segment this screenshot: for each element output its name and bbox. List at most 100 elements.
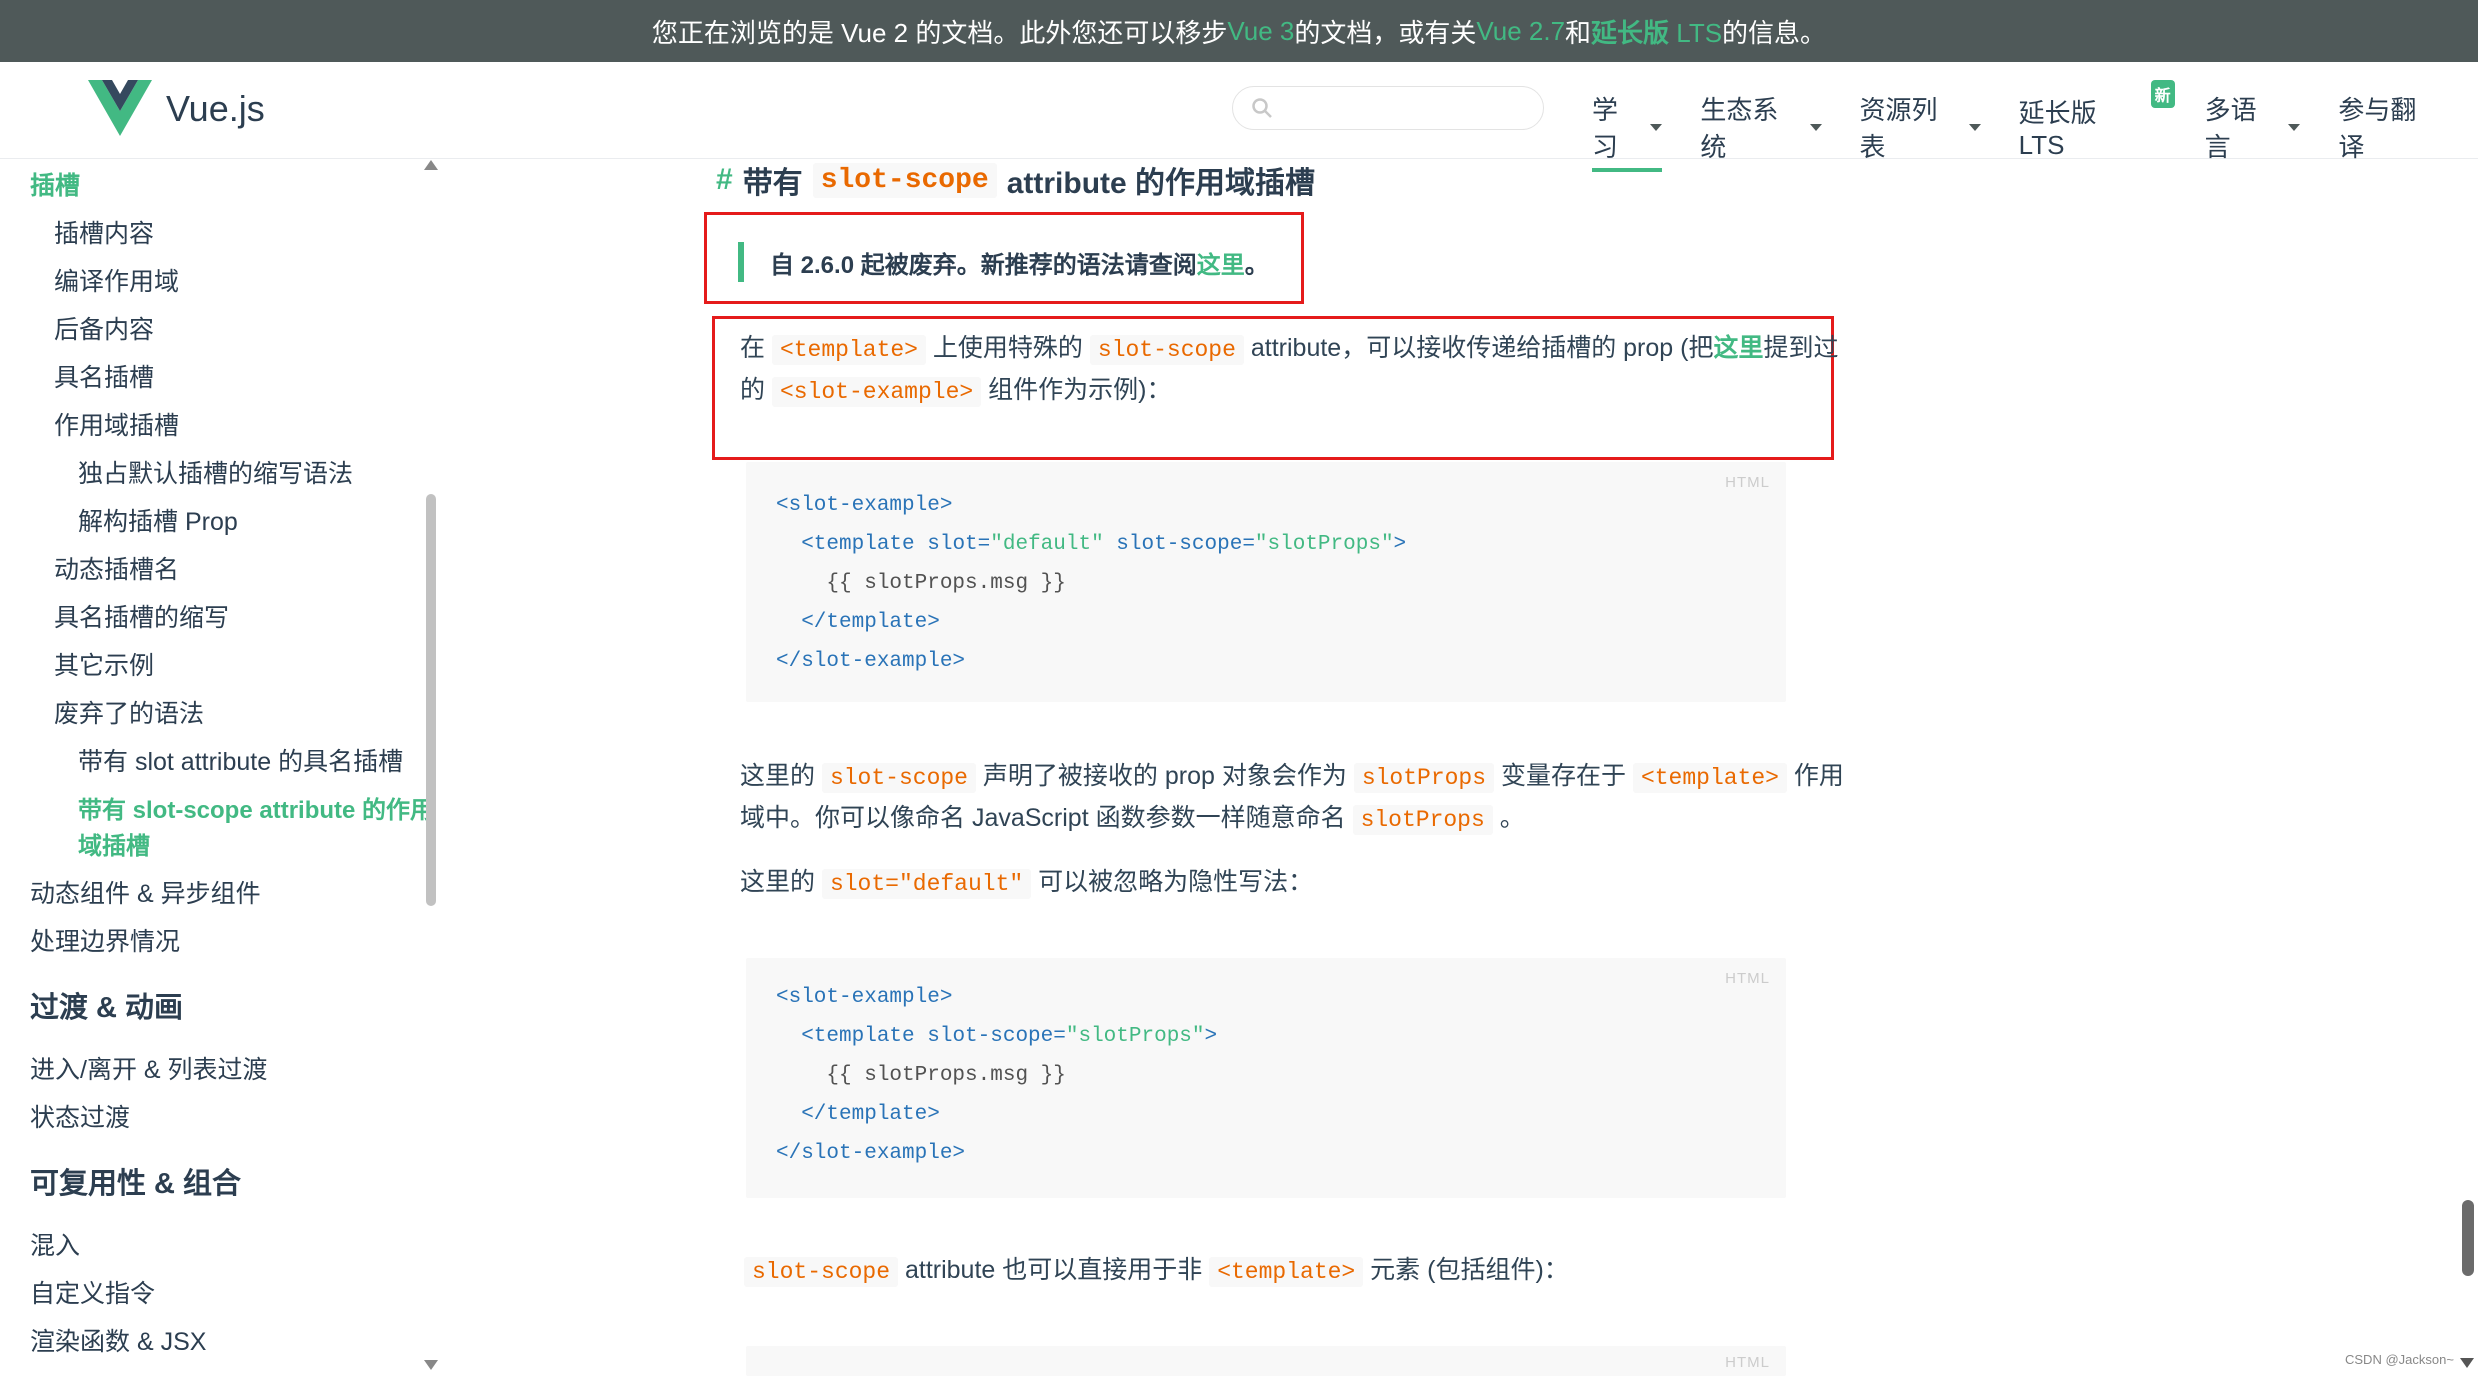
code-lang-label: HTML <box>1725 970 1770 987</box>
code1-attr-slot: slot <box>927 533 978 556</box>
watermark-text: CSDN @Jackson~ <box>2345 1352 2454 1367</box>
nav-resources-label: 资源列表 <box>1859 95 1938 162</box>
sidebar-item-slot-scope-current[interactable]: 带有 slot-scope attribute 的作用 <box>78 790 434 825</box>
p4-code-slot-scope: slot-scope <box>744 1257 899 1287</box>
nav-languages[interactable]: 多语言 <box>2205 90 2301 172</box>
code1-line-4: </template> <box>776 611 940 634</box>
sidebar-item-slot-content[interactable]: 插槽内容 <box>54 214 154 250</box>
code1-line-5: </slot-example> <box>776 650 966 673</box>
p2-text-c: 变量存在于 <box>1494 762 1633 790</box>
p4-text-a: attribute 也可以直接用于非 <box>898 1256 1210 1284</box>
p3-text-a: 这里的 <box>740 868 822 896</box>
paragraph-3: 这里的 slot="default" 可以被忽略为隐性写法： <box>740 862 1313 904</box>
sidebar-item-transitions[interactable]: 进入/离开 & 列表过渡 <box>30 1050 268 1086</box>
code1-tag-close: > <box>1393 533 1407 556</box>
sidebar-item-slot-attribute[interactable]: 带有 slot attribute 的具名插槽 <box>78 742 403 778</box>
sidebar-item-mixins[interactable]: 混入 <box>30 1226 80 1262</box>
sidebar-item-edge-cases[interactable]: 处理边界情况 <box>30 922 180 958</box>
sidebar-item-slots[interactable]: 插槽 <box>30 166 80 202</box>
main-nav: 学习 生态系统 资源列表 延长版 LTS 新 多语言 参与翻译 <box>1592 80 2478 172</box>
code2-tag-open: <template <box>776 1025 928 1048</box>
p2-text-a: 这里的 <box>740 762 822 790</box>
sidebar-item-render-functions[interactable]: 渲染函数 & JSX <box>30 1322 206 1358</box>
sidebar-heading-transitions: 过渡 & 动画 <box>30 992 184 1024</box>
p2-code-slotprops-2: slotProps <box>1352 805 1493 835</box>
tip-link[interactable]: 这里 <box>1197 245 1245 280</box>
banner-text-3: 和 <box>1565 17 1592 48</box>
sidebar-item-destructuring[interactable]: 解构插槽 Prop <box>78 502 238 538</box>
tip-end: 。 <box>1244 251 1269 279</box>
p1-text-a: 在 <box>740 334 772 362</box>
code-lang-label: HTML <box>1725 1354 1770 1371</box>
sidebar-scroll-up-icon[interactable] <box>424 160 438 170</box>
vue-logo-icon[interactable] <box>88 80 152 136</box>
code1-val-default: "default" <box>990 533 1104 556</box>
code2-line-3: {{ slotProps.msg }} <box>776 1064 1066 1087</box>
p1-code-template: <template> <box>771 335 926 365</box>
nav-lts[interactable]: 延长版 LTS 新 <box>2018 80 2175 172</box>
code1-line-3: {{ slotProps.msg }} <box>776 572 1066 595</box>
nav-translate-label: 参与翻译 <box>2338 95 2417 162</box>
banner-link-lts-suffix: LTS <box>1669 17 1723 48</box>
banner-link-lts-text: 延长版 <box>1591 17 1670 48</box>
chevron-down-icon <box>1650 123 1663 131</box>
sidebar-item-default-shorthand[interactable]: 独占默认插槽的缩写语法 <box>78 454 353 490</box>
p1-text-c: attribute，可以接收传递给插槽的 prop (把 <box>1243 334 1714 362</box>
page-scroll-down-icon[interactable] <box>2460 1358 2474 1368</box>
p2-code-slot-scope: slot-scope <box>821 763 976 793</box>
sidebar-scrollbar[interactable] <box>426 494 436 906</box>
nav-ecosystem[interactable]: 生态系统 <box>1700 90 1822 172</box>
sidebar-item-scoped-slots[interactable]: 作用域插槽 <box>54 406 179 442</box>
p1-text-d: 提到过 <box>1763 334 1839 362</box>
paragraph-2-line-2: 域中。你可以像命名 JavaScript 函数参数一样随意命名 slotProp… <box>740 798 1844 840</box>
banner-link-vue27[interactable]: Vue 2.7 <box>1476 16 1565 47</box>
p2-code-template: <template> <box>1632 763 1787 793</box>
sidebar-item-slot-scope-current-cont[interactable]: 域插槽 <box>78 826 150 861</box>
code1-eq-1: = <box>977 533 991 556</box>
p2-text-b: 声明了被接收的 prop 对象会作为 <box>975 762 1354 790</box>
search-icon <box>1252 98 1272 118</box>
code-lang-label: HTML <box>1725 474 1770 491</box>
p1-text-f: 组件作为示例)： <box>981 376 1172 404</box>
section-title-code: slot-scope <box>812 162 997 198</box>
p1-code-slot-scope: slot-scope <box>1089 335 1244 365</box>
sidebar-heading-reuse: 可复用性 & 组合 <box>30 1168 242 1200</box>
site-header: Vue.js 学习 生态系统 资源列表 延长版 LTS 新 多语言 参与翻译 <box>0 62 2478 172</box>
p1-link[interactable]: 这里 <box>1713 334 1763 362</box>
nav-translate[interactable]: 参与翻译 <box>2338 90 2440 172</box>
brand-name[interactable]: Vue.js <box>166 88 265 130</box>
code2-line-4: </template> <box>776 1103 940 1126</box>
sidebar-item-directives[interactable]: 自定义指令 <box>30 1274 155 1310</box>
code1-eq-2: = <box>1242 533 1255 556</box>
sidebar-item-dynamic-slot-names[interactable]: 动态插槽名 <box>54 550 179 586</box>
banner-link-vue3[interactable]: Vue 3 <box>1227 16 1294 47</box>
p2-text-e: 域中。你可以像命名 JavaScript 函数参数一样随意命名 <box>740 804 1353 832</box>
sidebar-item-state-transitions[interactable]: 状态过渡 <box>30 1098 130 1134</box>
paragraph-1: 在 <template> 上使用特殊的 slot-scope attribute… <box>740 328 1839 412</box>
chevron-down-icon <box>2288 123 2301 131</box>
banner-link-lts[interactable]: 延长版 LTS <box>1591 13 1722 50</box>
new-badge: 新 <box>2150 80 2175 108</box>
p2-text-d: 作用 <box>1786 762 1844 790</box>
sidebar-scroll-down-icon[interactable] <box>424 1360 438 1370</box>
sidebar-item-dynamic-components[interactable]: 动态组件 & 异步组件 <box>30 874 261 910</box>
p2-code-slotprops: slotProps <box>1353 763 1495 793</box>
sidebar-item-named-slots[interactable]: 具名插槽 <box>54 358 154 394</box>
nav-learn-label: 学习 <box>1592 95 1619 162</box>
banner-text-2: 的文档，或有关 <box>1294 17 1477 48</box>
nav-lts-label: 延长版 LTS <box>2018 98 2097 160</box>
sidebar-item-compile-scope[interactable]: 编译作用域 <box>54 262 179 298</box>
code2-line-1: <slot-example> <box>776 986 953 1009</box>
page-scrollbar[interactable] <box>2462 1200 2474 1276</box>
code2-line-5: </slot-example> <box>776 1142 966 1165</box>
nav-learn[interactable]: 学习 <box>1592 90 1663 172</box>
sidebar-item-deprecated[interactable]: 废弃了的语法 <box>54 694 204 730</box>
nav-resources[interactable]: 资源列表 <box>1860 90 1981 172</box>
sidebar-item-named-shorthand[interactable]: 具名插槽的缩写 <box>54 598 229 634</box>
sidebar-item-fallback[interactable]: 后备内容 <box>54 310 154 346</box>
p4-code-template: <template> <box>1209 1257 1364 1287</box>
sidebar-item-other-examples[interactable]: 其它示例 <box>54 646 154 682</box>
chevron-down-icon <box>1968 123 1981 131</box>
search-input[interactable] <box>1232 86 1544 130</box>
anchor-link[interactable]: # <box>716 163 733 197</box>
